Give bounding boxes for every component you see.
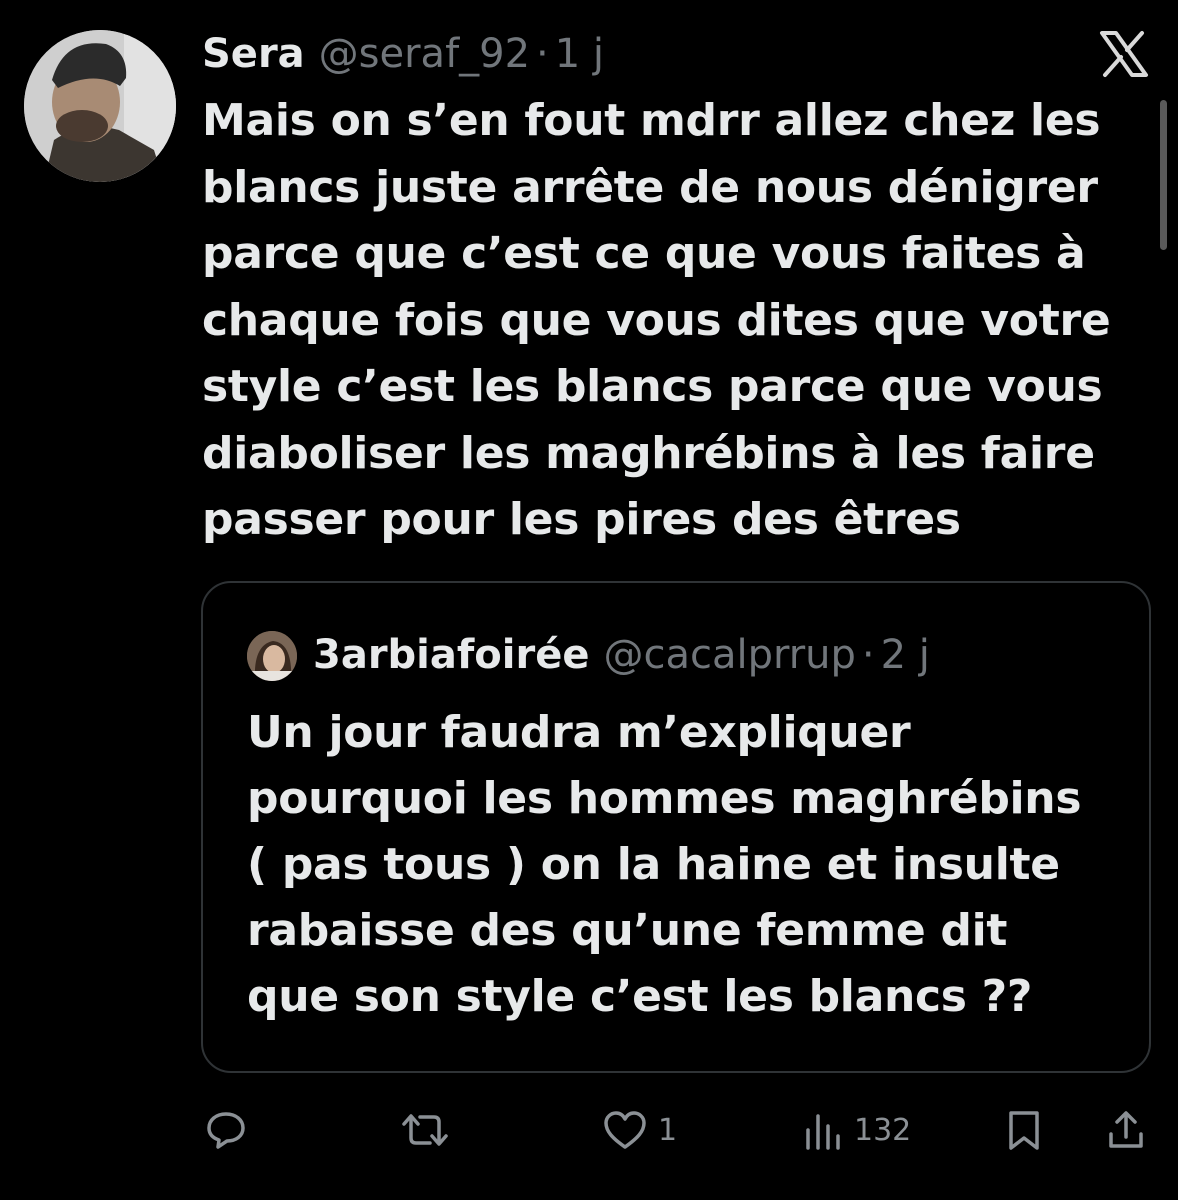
quoted-tweet-header: 3arbiafoirée @cacalprrup · 2 j xyxy=(313,627,930,683)
tweet-text-line: passer pour les pires des êtres xyxy=(202,494,961,545)
quoted-author-handle[interactable]: @cacalprrup xyxy=(603,632,855,678)
quoted-avatar-image xyxy=(247,631,297,681)
quoted-tweet-time[interactable]: 2 j xyxy=(881,632,930,678)
quoted-author-name[interactable]: 3arbiafoirée xyxy=(313,632,589,678)
author-handle[interactable]: @seraf_92 xyxy=(319,31,530,77)
author-avatar[interactable] xyxy=(24,30,176,182)
views-icon xyxy=(802,1108,844,1152)
tweet-header: Sera @seraf_92 · 1 j xyxy=(202,26,604,82)
avatar-image xyxy=(24,30,176,182)
reply-icon xyxy=(204,1108,248,1152)
quoted-text-line: Un jour faudra m’expliquer xyxy=(247,707,911,758)
bookmark-icon xyxy=(1004,1108,1044,1152)
like-button[interactable]: 1 xyxy=(602,1100,677,1160)
tweet-text-line: diaboliser les maghrébins à les faire xyxy=(202,427,1095,479)
tweet-text-line: chaque fois que vous dites que votre xyxy=(202,294,1111,346)
action-bar: 1 132 xyxy=(0,1100,1178,1160)
quoted-text-line: que son style c’est les blancs ?? xyxy=(247,971,1033,1022)
retweet-button[interactable] xyxy=(398,1100,452,1160)
views-button[interactable]: 132 xyxy=(802,1100,911,1160)
separator-dot: · xyxy=(861,632,875,678)
tweet-text-line: style c’est les blancs parce que vous xyxy=(202,361,1103,412)
tweet-text-line: parce que c’est ce que vous faites à xyxy=(202,228,1086,279)
like-count: 1 xyxy=(658,1112,678,1148)
retweet-icon xyxy=(398,1108,452,1152)
quoted-author-avatar[interactable] xyxy=(247,631,297,681)
reply-button[interactable] xyxy=(204,1100,248,1160)
views-count: 132 xyxy=(854,1112,912,1148)
tweet-text: Mais on s’en fout mdrr allez chez les bl… xyxy=(202,88,1122,554)
scrollbar-thumb[interactable] xyxy=(1160,100,1167,250)
x-logo-icon[interactable] xyxy=(1098,30,1150,78)
quoted-text-line: pourquoi les hommes maghrébins xyxy=(247,773,1082,824)
quoted-text-line: rabaisse des qu’une femme dit xyxy=(247,905,1008,956)
quoted-text-line: ( pas tous ) on la haine et insulte xyxy=(247,839,1060,890)
heart-icon xyxy=(602,1108,648,1152)
tweet-text-line: Mais on s’en fout mdrr allez chez les xyxy=(202,95,1101,146)
bookmark-button[interactable] xyxy=(1004,1100,1044,1160)
share-icon xyxy=(1106,1108,1146,1152)
tweet-text-line: blancs juste arrête de nous dénigrer xyxy=(202,161,1098,213)
tweet-page: Sera @seraf_92 · 1 j Mais on s’en fout m… xyxy=(0,0,1178,1200)
separator-dot: · xyxy=(536,31,549,77)
quoted-tweet-text: Un jour faudra m’expliquer pourquoi les … xyxy=(247,700,1127,1030)
author-name[interactable]: Sera xyxy=(202,31,305,77)
share-button[interactable] xyxy=(1106,1100,1146,1160)
quoted-tweet-card[interactable]: 3arbiafoirée @cacalprrup · 2 j Un jour f… xyxy=(201,581,1151,1073)
tweet-time[interactable]: 1 j xyxy=(555,31,604,77)
